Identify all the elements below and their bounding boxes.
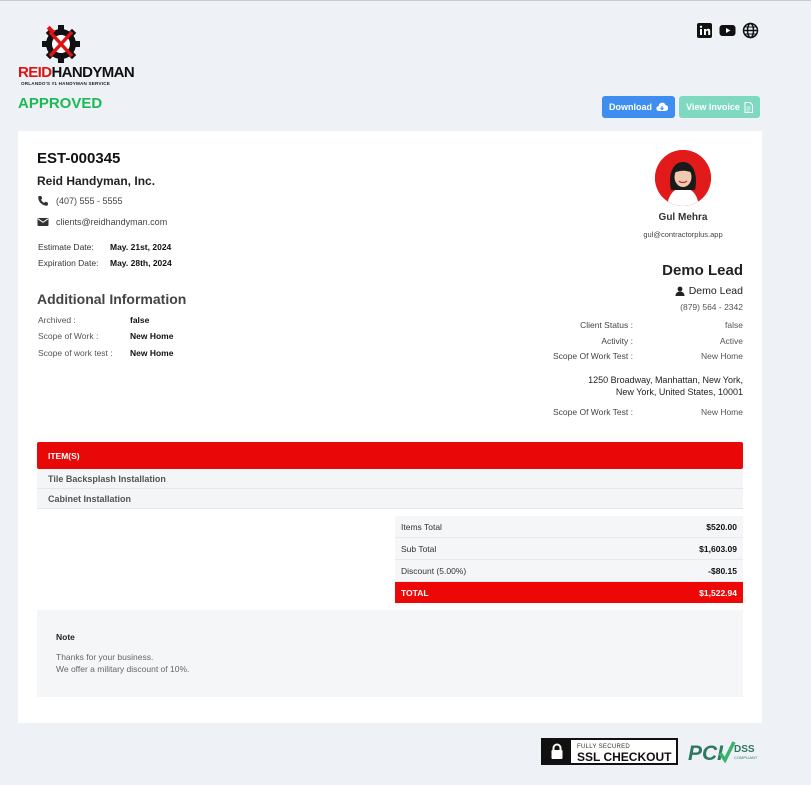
download-label: Download — [609, 102, 652, 112]
items-total-row: Items Total $520.00 — [395, 516, 743, 538]
note-title: Note — [56, 632, 75, 642]
avatar — [655, 150, 711, 206]
additional-row-scope-test: Scope of work test : New Home — [38, 348, 174, 358]
linkedin-icon[interactable] — [696, 22, 713, 39]
email-text: clients@reidhandyman.com — [56, 217, 168, 227]
lock-icon — [543, 740, 571, 763]
phone-icon — [38, 196, 48, 206]
social-links — [696, 22, 759, 39]
ssl-checkout-badge: FULLY SECURED SSL CHECKOUT — [541, 738, 678, 765]
estimate-date: May. 21st, 2024 — [110, 242, 172, 252]
additional-row-archived: Archived : false — [38, 315, 150, 325]
user-icon — [675, 286, 685, 296]
note-line: We offer a military discount of 10%. — [56, 664, 190, 674]
brand-logo[interactable]: REIDHANDYMAN ORLANDO'S #1 HANDYMAN SERVI… — [18, 22, 135, 88]
sub-total-row: Sub Total $1,603.09 — [395, 538, 743, 560]
company-phone[interactable]: (407) 555 - 5555 — [37, 195, 123, 207]
additional-row-scope: Scope of Work : New Home — [38, 331, 174, 341]
items-header: ITEM(S) — [37, 442, 743, 469]
view-invoice-label: View Invoice — [686, 102, 740, 112]
lead-contact-name: Demo Lead — [675, 285, 743, 297]
view-invoice-button[interactable]: View Invoice — [679, 96, 760, 118]
grand-total-row: TOTAL $1,522.94 — [395, 582, 743, 603]
lead-phone[interactable]: (879) 564 - 2342 — [680, 302, 743, 312]
list-item: Cabinet Installation — [37, 489, 743, 509]
list-item: Tile Backsplash Installation — [37, 469, 743, 489]
gear-tools-icon — [42, 25, 80, 63]
lead-activity: Activity : Active — [601, 336, 743, 346]
lead-scope-test: Scope Of Work Test : New Home — [553, 351, 743, 361]
phone-text: (407) 555 - 5555 — [56, 196, 123, 206]
additional-info-title: Additional Information — [37, 291, 187, 307]
estimate-status: APPROVED — [18, 95, 103, 112]
company-email[interactable]: clients@reidhandyman.com — [37, 217, 167, 227]
expiration-date-row: Expiration Date: May. 28th, 2024 — [38, 258, 172, 268]
note-box: Note Thanks for your business. We offer … — [37, 610, 743, 697]
company-name: Reid Handyman, Inc. — [37, 174, 156, 188]
lead-client-status: Client Status : false — [580, 320, 743, 330]
cloud-download-icon — [656, 102, 668, 112]
svg-text:COMPLIANT: COMPLIANT — [734, 755, 758, 760]
svg-text:PCI: PCI — [688, 742, 724, 765]
pci-dss-badge: PCI DSS COMPLIANT — [688, 737, 760, 767]
top-border — [0, 0, 811, 1]
document-icon — [744, 101, 753, 113]
expiration-date: May. 28th, 2024 — [110, 258, 172, 268]
lead-address: 1250 Broadway, Manhattan, New York, New … — [588, 375, 743, 397]
globe-icon[interactable] — [742, 22, 759, 39]
rep-name: Gul Mehra — [658, 212, 708, 223]
brand-wordmark: REIDHANDYMAN — [18, 64, 135, 81]
download-button[interactable]: Download — [602, 96, 675, 118]
brand-tagline: ORLANDO'S #1 HANDYMAN SERVICE — [21, 81, 110, 86]
mail-icon — [37, 218, 49, 226]
lead-title: Demo Lead — [662, 262, 743, 279]
estimate-number: EST-000345 — [37, 150, 121, 167]
note-line: Thanks for your business. — [56, 651, 154, 662]
rep-email: gul@contractorplus.app — [643, 230, 723, 239]
discount-row: Discount (5.00%) -$80.15 — [395, 560, 743, 582]
svg-text:DSS: DSS — [734, 744, 755, 755]
estimate-card: EST-000345 Reid Handyman, Inc. (407) 555… — [18, 131, 762, 723]
estimate-date-row: Estimate Date: May. 21st, 2024 — [38, 242, 172, 252]
lead-scope-test-extra: Scope Of Work Test : New Home — [553, 407, 743, 417]
youtube-icon[interactable] — [719, 22, 736, 39]
